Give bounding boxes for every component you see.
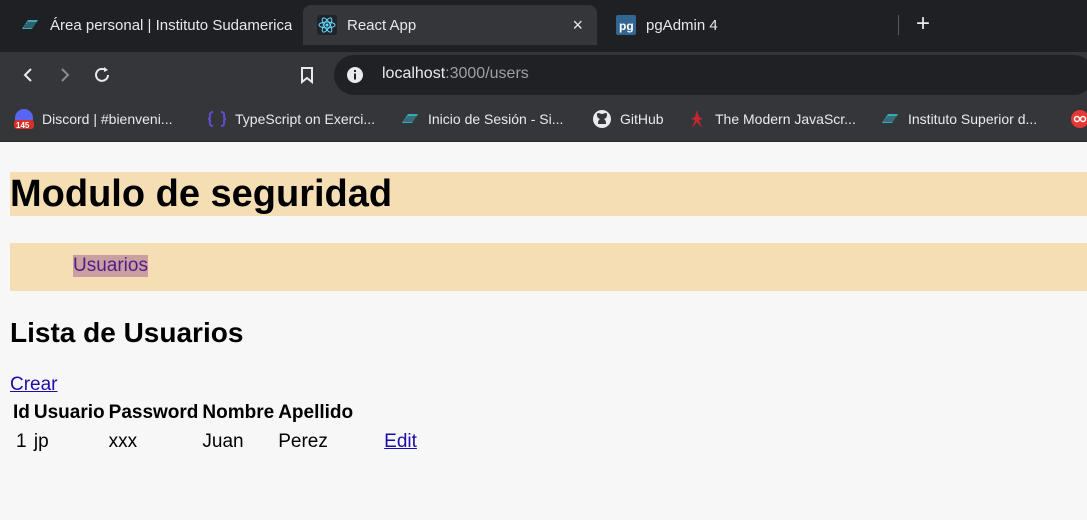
- browser-tab-bar: Área personal | Instituto Sudamerica Rea…: [0, 0, 1087, 52]
- column-header-usuario: Usuario: [33, 402, 105, 423]
- cell-actions: Edit: [356, 427, 418, 454]
- url-path: :3000/users: [445, 65, 529, 82]
- bookmark-button[interactable]: [292, 60, 322, 90]
- users-table: Id Usuario Password Nombre Apellido 1 jp…: [10, 399, 420, 456]
- cell-id: 1: [16, 431, 27, 452]
- bookmarks-bar: 145 Discord | #bienveni... TypeScript on…: [0, 98, 1087, 142]
- table-header-row: Id Usuario Password Nombre Apellido: [12, 401, 418, 425]
- tab-react-app[interactable]: React App ×: [303, 5, 597, 45]
- bookmark-icon: [301, 67, 313, 84]
- institute-icon: [20, 15, 40, 35]
- cell-usuario: jp: [33, 431, 49, 452]
- edit-link[interactable]: Edit: [384, 431, 417, 452]
- column-header-password: Password: [108, 402, 199, 423]
- column-header-id: Id: [13, 402, 30, 423]
- browser-toolbar: localhost:3000/users: [0, 52, 1087, 98]
- app-icon: [1070, 109, 1087, 129]
- page-header: Modulo de seguridad: [10, 172, 1087, 216]
- bookmark-label: Discord | #bienveni...: [42, 111, 173, 127]
- javascript-info-icon: [687, 109, 707, 129]
- info-icon[interactable]: [346, 66, 364, 84]
- tab-label: pgAdmin 4: [646, 16, 718, 34]
- svg-text:145: 145: [16, 121, 30, 129]
- bookmark-label: Inicio de Sesión - Si...: [428, 111, 564, 127]
- bookmark-javascript-info[interactable]: The Modern JavaScr...: [687, 108, 856, 130]
- new-tab-button[interactable]: +: [910, 12, 936, 38]
- bookmark-inicio-sesion[interactable]: Inicio de Sesión - Si...: [400, 108, 563, 130]
- back-button[interactable]: [13, 60, 43, 90]
- exercism-icon: [207, 109, 227, 129]
- discord-icon: 145: [14, 109, 34, 129]
- nav-link-usuarios[interactable]: Usuarios: [73, 255, 148, 277]
- bookmark-typescript[interactable]: TypeScript on Exerci...: [207, 108, 375, 130]
- address-bar[interactable]: localhost:3000/users: [334, 55, 1087, 95]
- bookmark-overflow[interactable]: [1070, 108, 1087, 130]
- column-header-apellido: Apellido: [278, 402, 354, 423]
- cell-nombre: Juan: [202, 431, 244, 452]
- bookmark-discord[interactable]: 145 Discord | #bienveni...: [14, 108, 172, 130]
- table-row: 1 jp xxx Juan Perez Edit: [12, 427, 418, 454]
- tab-label: Área personal | Instituto Sudamerica: [50, 16, 293, 34]
- github-icon: [592, 109, 612, 129]
- bookmark-github[interactable]: GitHub: [592, 108, 664, 130]
- tab-separator: [898, 15, 899, 35]
- bookmark-label: GitHub: [620, 111, 664, 127]
- column-header-nombre: Nombre: [202, 402, 275, 423]
- institute-icon: [400, 109, 420, 129]
- tab-area-personal[interactable]: Área personal | Instituto Sudamerica: [10, 5, 300, 45]
- url-host: localhost: [382, 65, 446, 82]
- cell-apellido: Perez: [278, 431, 328, 452]
- page-title: Modulo de seguridad: [10, 173, 393, 215]
- bookmark-label: TypeScript on Exerci...: [235, 111, 376, 127]
- create-user-link[interactable]: Crear: [10, 374, 58, 396]
- page-content: Modulo de seguridad Usuarios Lista de Us…: [0, 143, 1087, 520]
- reload-icon: [95, 67, 109, 82]
- bookmark-label: The Modern JavaScr...: [715, 111, 856, 127]
- cell-password: xxx: [108, 431, 138, 452]
- tab-pgadmin[interactable]: pg pgAdmin 4: [606, 5, 886, 45]
- close-icon[interactable]: ×: [572, 15, 583, 35]
- bookmark-label: Instituto Superior d...: [908, 111, 1038, 127]
- bookmark-instituto-superior[interactable]: Instituto Superior d...: [880, 108, 1037, 130]
- arrow-left-icon: [23, 68, 32, 82]
- page-nav: Usuarios: [10, 243, 1087, 291]
- svg-text:pg: pg: [619, 19, 634, 33]
- arrow-right-icon: [61, 68, 70, 82]
- url-text: localhost:3000/users: [382, 65, 529, 83]
- pgadmin-icon: pg: [616, 15, 636, 35]
- react-icon: [317, 15, 337, 35]
- institute-icon: [880, 109, 900, 129]
- section-title: Lista de Usuarios: [10, 317, 244, 348]
- column-header-actions: [356, 401, 418, 425]
- forward-button[interactable]: [50, 60, 80, 90]
- reload-button[interactable]: [87, 60, 117, 90]
- tab-label: React App: [347, 16, 417, 34]
